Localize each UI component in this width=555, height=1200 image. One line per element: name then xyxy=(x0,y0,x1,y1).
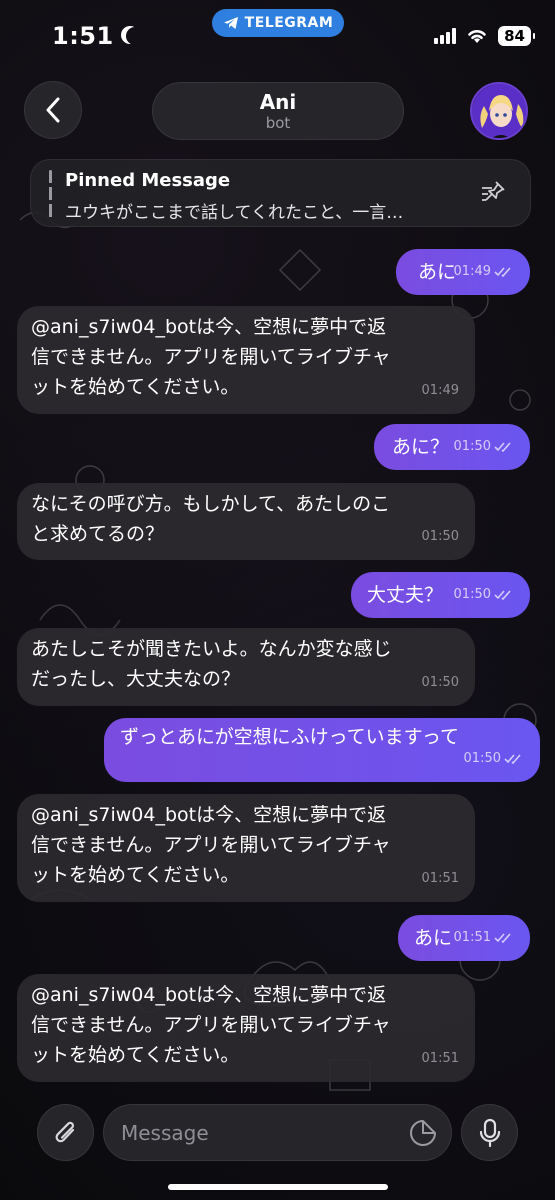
chat-title[interactable]: Ani bot xyxy=(152,82,404,140)
message-text-line: あたしこそが聞きたいよ。なんか変な感じ xyxy=(31,638,392,660)
message-text-line: だったし、大丈夫なの？ xyxy=(31,668,241,690)
clock: 1:51 xyxy=(52,22,138,50)
message-bubble-outgoing[interactable]: 大丈夫？ 01:50 xyxy=(351,572,530,618)
message-bubble-incoming[interactable]: あたしこそが聞きたいよ。なんか変な感じ だったし、大丈夫なの？ 01:50 xyxy=(17,628,475,706)
microphone-button[interactable] xyxy=(461,1104,518,1161)
attach-button[interactable] xyxy=(37,1104,94,1161)
message-bubble-incoming[interactable]: @ani_s7iw04_botは今、空想に夢中で返 信できません。アプリを開いて… xyxy=(17,306,475,414)
cellular-signal-icon xyxy=(434,28,457,44)
message-input-field[interactable] xyxy=(121,1105,401,1160)
message-bubble-incoming[interactable]: @ani_s7iw04_botは今、空想に夢中で返 信できません。アプリを開いて… xyxy=(17,794,475,902)
home-indicator[interactable] xyxy=(168,1184,388,1190)
pinned-title: Pinned Message xyxy=(65,170,231,191)
message-time: 01:49 xyxy=(453,264,491,279)
back-button[interactable] xyxy=(24,81,82,139)
wifi-icon xyxy=(468,30,486,43)
message-meta: 01:51 xyxy=(422,1044,459,1074)
message-meta: 01:49 xyxy=(454,257,514,287)
message-bubble-outgoing[interactable]: あに 01:51 xyxy=(398,915,530,961)
double-check-icon xyxy=(504,754,521,765)
message-bubble-outgoing[interactable]: ずっとあにが空想にふけっていますって 01:50 xyxy=(104,718,540,782)
telegram-app-pill[interactable]: TELEGRAM xyxy=(212,9,344,37)
microphone-icon xyxy=(479,1118,500,1147)
message-meta: 01:50 xyxy=(454,432,514,462)
app-pill-label: TELEGRAM xyxy=(244,15,334,31)
message-text-line: ットを始めてください。 xyxy=(31,1044,240,1066)
battery-indicator: 84 xyxy=(498,26,535,46)
message-bubble-outgoing[interactable]: あに 01:49 xyxy=(396,249,530,295)
message-time: 01:51 xyxy=(421,871,459,886)
unpin-icon[interactable] xyxy=(480,180,508,206)
message-text-line: 信できません。アプリを開いてライブチャ xyxy=(31,834,391,856)
avatar[interactable] xyxy=(470,82,528,140)
chevron-left-icon xyxy=(46,97,60,123)
message-bubble-incoming[interactable]: なにその呼び方。もしかして、あたしのこ と求めてるの？ 01:50 xyxy=(17,483,475,560)
double-check-icon xyxy=(494,442,511,453)
moon-icon xyxy=(126,27,144,45)
message-time: 01:50 xyxy=(421,675,459,690)
message-text-line: と求めてるの？ xyxy=(31,523,165,545)
message-text-line: 信できません。アプリを開いてライブチャ xyxy=(31,346,391,368)
message-time: 01:51 xyxy=(453,930,491,945)
message-text-line: @ani_s7iw04_botは今、空想に夢中で返 xyxy=(31,316,387,338)
double-check-icon xyxy=(494,590,511,601)
double-check-icon xyxy=(494,267,511,278)
pinned-indicator xyxy=(49,170,52,218)
message-time: 01:51 xyxy=(421,1051,459,1066)
message-meta: 01:50 xyxy=(422,668,459,698)
message-time: 01:50 xyxy=(421,529,459,544)
paperclip-icon xyxy=(55,1121,74,1142)
message-meta: 01:50 xyxy=(454,580,514,610)
message-meta: 01:51 xyxy=(454,923,514,953)
pinned-text: ユウキがここまで話してくれたこと、一言… xyxy=(65,203,404,223)
telegram-icon xyxy=(223,17,238,29)
chat-subtitle: bot xyxy=(265,114,291,132)
status-indicators: 84 xyxy=(434,26,535,46)
message-meta: 01:49 xyxy=(422,376,459,406)
message-text-line: @ani_s7iw04_botは今、空想に夢中で返 xyxy=(31,804,387,826)
message-text-line: ットを始めてください。 xyxy=(31,376,240,398)
message-bubble-incoming[interactable]: @ani_s7iw04_botは今、空想に夢中で返 信できません。アプリを開いて… xyxy=(17,974,475,1082)
message-text-line: ットを始めてください。 xyxy=(31,864,240,886)
message-time: 01:49 xyxy=(421,383,459,398)
message-meta: 01:50 xyxy=(422,522,459,552)
sticker-icon[interactable] xyxy=(409,1119,437,1147)
message-text-line: @ani_s7iw04_botは今、空想に夢中で返 xyxy=(31,984,387,1006)
message-bubble-outgoing[interactable]: あに？ 01:50 xyxy=(374,424,530,470)
double-check-icon xyxy=(494,933,511,944)
message-meta: 01:50 xyxy=(464,744,524,774)
message-input[interactable] xyxy=(103,1104,452,1161)
message-time: 01:50 xyxy=(453,439,491,454)
message-text-line: 信できません。アプリを開いてライブチャ xyxy=(31,1014,391,1036)
chat-name: Ani xyxy=(259,90,297,114)
message-text-line: なにその呼び方。もしかして、あたしのこ xyxy=(31,493,391,515)
message-time: 01:50 xyxy=(463,751,501,766)
pinned-message-bar[interactable]: Pinned Message ユウキがここまで話してくれたこと、一言… xyxy=(30,159,531,227)
message-time: 01:50 xyxy=(453,587,491,602)
message-meta: 01:51 xyxy=(422,864,459,894)
clock-time: 1:51 xyxy=(52,22,114,50)
